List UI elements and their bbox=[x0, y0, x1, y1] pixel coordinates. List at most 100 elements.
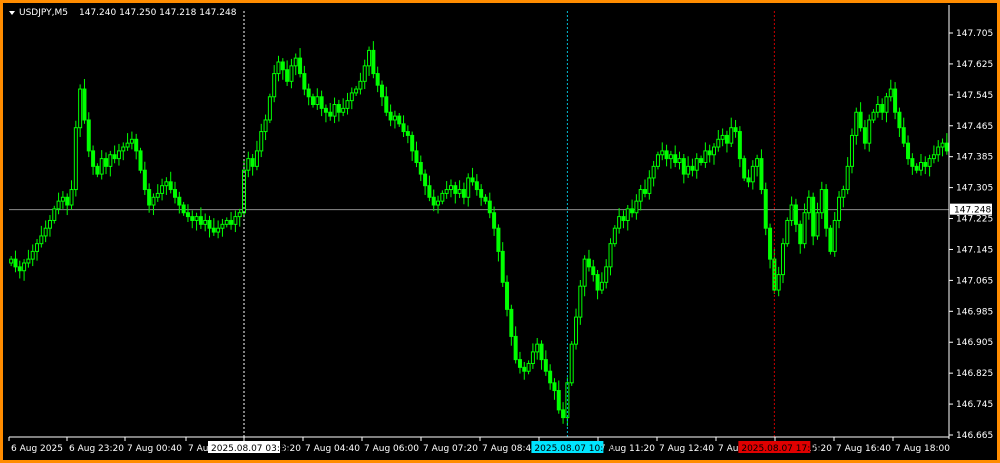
candle bbox=[104, 152, 109, 175]
candle bbox=[595, 269, 600, 300]
candle bbox=[229, 211, 234, 230]
candle bbox=[138, 147, 143, 174]
candle bbox=[505, 275, 510, 317]
candle bbox=[384, 86, 389, 117]
candle bbox=[776, 266, 781, 297]
candle bbox=[194, 212, 199, 231]
x-tick-label: 7 Aug 00:40 bbox=[127, 444, 182, 454]
candle bbox=[108, 150, 113, 177]
candle bbox=[323, 104, 328, 123]
candle bbox=[742, 155, 747, 182]
candle bbox=[466, 173, 471, 207]
candle bbox=[26, 249, 31, 268]
price-chart[interactable]: 147.705 147.625 147.545 147.465 147.385 147.3… bbox=[3, 3, 997, 460]
candle bbox=[82, 78, 87, 124]
candle bbox=[530, 343, 535, 369]
candle bbox=[729, 117, 734, 148]
candle bbox=[927, 154, 932, 177]
candle bbox=[509, 304, 514, 346]
candle bbox=[358, 72, 363, 95]
candle bbox=[699, 155, 704, 166]
candle bbox=[651, 160, 656, 187]
candle bbox=[13, 250, 18, 273]
candle bbox=[630, 199, 635, 218]
x-tick-label: 7 Aug 06:00 bbox=[364, 444, 419, 454]
candle bbox=[647, 170, 652, 200]
candle bbox=[893, 82, 898, 120]
candle bbox=[185, 204, 190, 223]
y-tick-label: 146.985 bbox=[956, 307, 993, 317]
candle bbox=[164, 177, 169, 195]
candle bbox=[789, 196, 794, 226]
candle bbox=[263, 114, 268, 141]
x-tick-label: 6 Aug 2025 bbox=[11, 444, 63, 454]
x-tick-label: 7 Aug 04:40 bbox=[305, 444, 360, 454]
candle bbox=[608, 238, 613, 276]
candle bbox=[168, 171, 173, 194]
candle bbox=[854, 107, 859, 145]
candle bbox=[99, 150, 104, 180]
candle bbox=[315, 88, 320, 110]
candle bbox=[52, 205, 57, 224]
candle bbox=[453, 181, 458, 204]
candle bbox=[548, 364, 553, 390]
candle bbox=[401, 115, 406, 137]
candle bbox=[500, 242, 505, 287]
candle bbox=[875, 96, 880, 118]
candle bbox=[224, 217, 229, 228]
candle bbox=[125, 133, 130, 151]
candle bbox=[276, 55, 281, 82]
candle bbox=[35, 239, 40, 261]
candle bbox=[556, 380, 561, 414]
candle bbox=[436, 195, 441, 214]
candle bbox=[841, 185, 846, 208]
candle bbox=[634, 194, 639, 220]
candle bbox=[470, 167, 475, 186]
candle bbox=[190, 210, 195, 229]
candle bbox=[319, 90, 324, 117]
candle bbox=[367, 46, 372, 76]
candle bbox=[388, 104, 393, 127]
candle bbox=[819, 181, 824, 219]
candle bbox=[95, 163, 100, 178]
candle bbox=[272, 65, 277, 103]
candle bbox=[17, 260, 22, 279]
candle bbox=[716, 130, 721, 152]
candle bbox=[936, 140, 941, 162]
y-tick-label: 146.665 bbox=[956, 431, 993, 441]
y-tick-label: 146.745 bbox=[956, 400, 993, 410]
y-tick-label: 147.705 bbox=[956, 29, 993, 39]
y-tick-label: 147.385 bbox=[956, 153, 993, 163]
candle bbox=[60, 191, 65, 209]
candle bbox=[655, 151, 660, 170]
collapse-arrow-icon[interactable] bbox=[9, 11, 15, 15]
candle bbox=[181, 201, 186, 216]
candle bbox=[785, 217, 790, 247]
y-tick-label: 147.625 bbox=[956, 60, 993, 70]
candle bbox=[173, 181, 178, 204]
candle bbox=[69, 180, 74, 210]
candle bbox=[461, 182, 466, 205]
candle bbox=[694, 153, 699, 179]
candle bbox=[522, 361, 527, 380]
candle bbox=[207, 215, 212, 238]
candle bbox=[233, 210, 238, 233]
candle bbox=[371, 41, 376, 79]
candle bbox=[539, 340, 544, 370]
candle bbox=[457, 180, 462, 199]
y-tick-label: 147.545 bbox=[956, 91, 993, 101]
candle bbox=[815, 202, 820, 240]
candle bbox=[625, 205, 630, 231]
candle bbox=[724, 130, 729, 153]
candle bbox=[918, 153, 923, 176]
candle bbox=[880, 98, 885, 120]
candle bbox=[811, 192, 816, 246]
candle bbox=[414, 141, 419, 168]
candle bbox=[405, 125, 410, 144]
time-marker-label: 2025.08.07 03:00 bbox=[211, 444, 292, 454]
candle bbox=[703, 142, 708, 168]
candle bbox=[574, 308, 579, 350]
candle bbox=[867, 114, 872, 152]
candle bbox=[65, 193, 70, 216]
candle bbox=[293, 53, 298, 76]
